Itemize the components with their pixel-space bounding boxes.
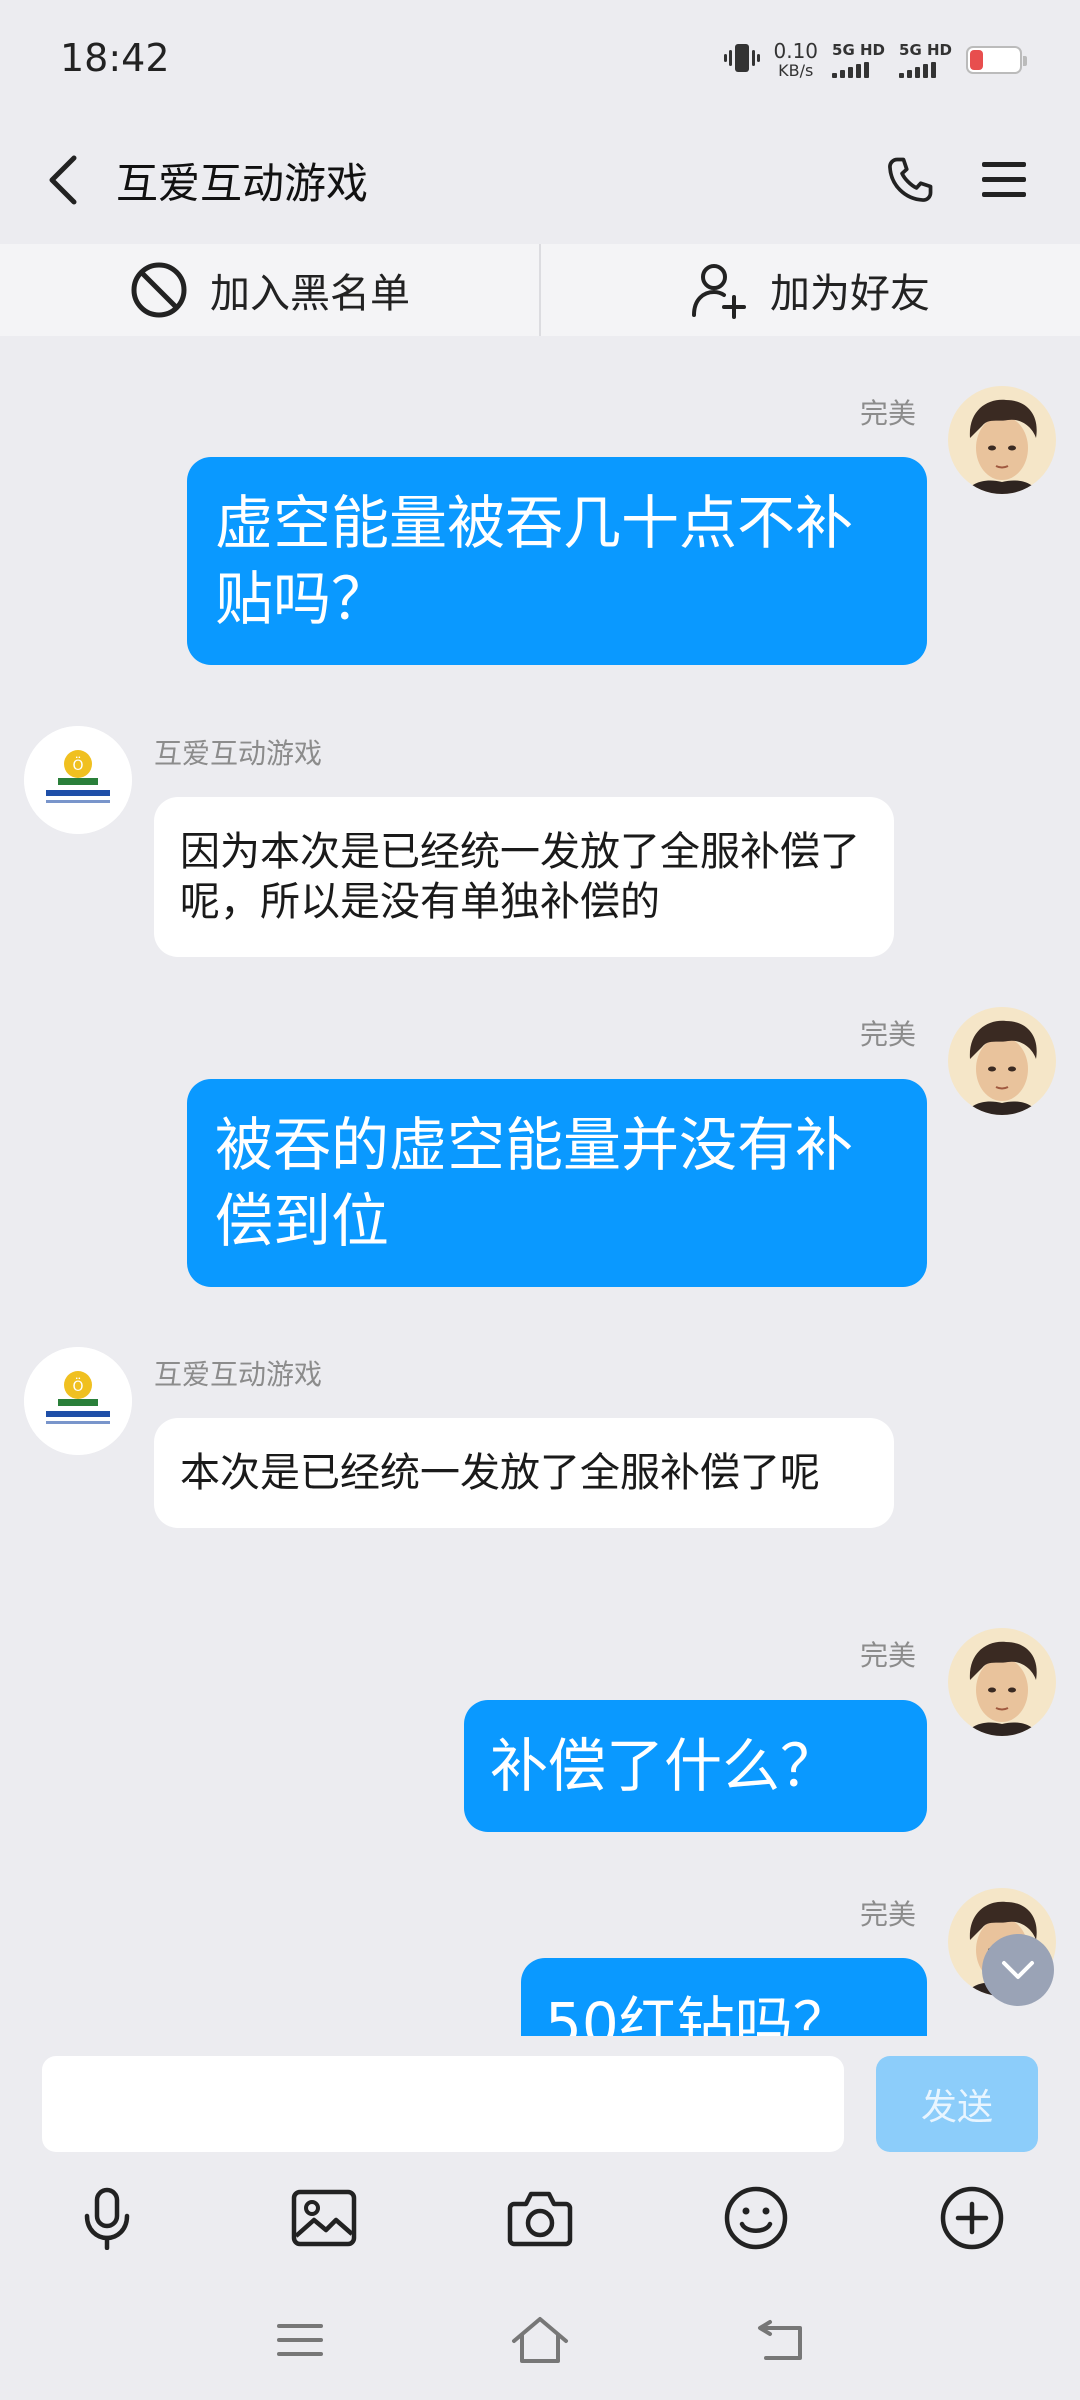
more-menu-button[interactable] <box>968 144 1040 216</box>
block-icon <box>131 262 187 318</box>
scroll-to-bottom-button[interactable] <box>982 1934 1054 2006</box>
message-input-area: 发送 <box>0 2036 1080 2160</box>
add-friend-label: 加为好友 <box>770 271 930 317</box>
plus-icon <box>940 2186 1004 2250</box>
camera-icon <box>507 2191 573 2247</box>
svg-text:Ö: Ö <box>72 756 83 774</box>
home-icon <box>512 2317 568 2363</box>
contact-avatar[interactable]: Ö <box>24 1347 132 1455</box>
back-icon <box>758 2320 802 2360</box>
menu-icon <box>277 2324 323 2356</box>
vibrate-icon <box>723 41 760 79</box>
phone-icon <box>888 157 933 202</box>
add-user-icon <box>692 264 746 319</box>
back-button[interactable] <box>28 144 100 216</box>
network-speed-value: 0.10 <box>773 39 819 63</box>
contact-action-bar: 加入黑名单 加为好友 <box>0 244 1080 336</box>
contact-avatar[interactable]: Ö <box>24 726 132 834</box>
svg-text:Ö: Ö <box>72 1377 83 1395</box>
input-toolbar <box>0 2160 1080 2280</box>
user-avatar[interactable] <box>948 1628 1056 1736</box>
add-friend-button[interactable]: 加为好友 <box>540 244 1080 336</box>
send-button[interactable]: 发送 <box>876 2056 1038 2152</box>
image-button[interactable] <box>282 2176 366 2260</box>
status-indicators: 0.10 KB/s 5G HD 5G HD 9 <box>723 36 1027 84</box>
more-options-button[interactable] <box>930 2176 1014 2260</box>
emoji-icon <box>724 2186 788 2250</box>
signal-1: 5G HD <box>832 40 886 78</box>
chat-header: 互爱互动游戏 <box>0 120 1080 240</box>
signal-bars-icon <box>832 61 870 78</box>
signal-bars-icon <box>899 61 937 78</box>
sender-name: 完美 <box>859 1018 916 1051</box>
home-button[interactable] <box>504 2304 576 2376</box>
voice-button[interactable] <box>65 2176 149 2260</box>
call-button[interactable] <box>874 144 946 216</box>
signal-1-label: 5G HD <box>832 40 886 59</box>
sender-name: 完美 <box>859 397 916 430</box>
sender-name: 互爱互动游戏 <box>154 1358 323 1391</box>
message-bubble-outgoing[interactable]: 被吞的虚空能量并没有补偿到位 <box>187 1079 927 1287</box>
status-bar: 18:42 0.10 KB/s 5G HD 5G HD 9 <box>0 0 1080 120</box>
add-to-blacklist-button[interactable]: 加入黑名单 <box>0 244 540 336</box>
signal-2: 5G HD <box>899 40 952 78</box>
hamburger-menu-icon <box>982 162 1026 197</box>
emoji-button[interactable] <box>714 2176 798 2260</box>
chat-screen: 18:42 0.10 KB/s 5G HD 5G HD 9 互爱互动游戏 加入黑… <box>0 0 1080 2400</box>
user-avatar[interactable] <box>948 1007 1056 1115</box>
microphone-icon <box>84 2187 130 2250</box>
company-logo-icon: Ö <box>24 726 132 834</box>
chevron-left-icon <box>49 155 77 205</box>
chat-title: 互爱互动游戏 <box>116 159 369 208</box>
message-bubble-incoming[interactable]: 因为本次是已经统一发放了全服补偿了呢，所以是没有单独补偿的 <box>154 797 894 957</box>
back-nav-button[interactable] <box>746 2304 818 2376</box>
network-speed-unit: KB/s <box>778 61 814 80</box>
action-divider <box>539 244 541 336</box>
message-bubble-outgoing[interactable]: 补偿了什么？ <box>464 1700 927 1832</box>
chevron-down-icon <box>1002 1961 1034 1979</box>
signal-2-label: 5G HD <box>899 40 952 59</box>
sender-name: 完美 <box>859 1898 916 1931</box>
recent-apps-button[interactable] <box>264 2304 336 2376</box>
company-logo-icon: Ö <box>24 1347 132 1455</box>
image-icon <box>291 2189 357 2247</box>
add-to-blacklist-label: 加入黑名单 <box>210 271 410 317</box>
status-time: 18:42 <box>60 36 170 80</box>
message-bubble-incoming[interactable]: 本次是已经统一发放了全服补偿了呢 <box>154 1418 894 1528</box>
network-speed: 0.10 KB/s <box>774 41 819 79</box>
sender-name: 完美 <box>859 1639 916 1672</box>
system-navigation-bar <box>0 2280 1080 2400</box>
message-bubble-outgoing[interactable]: 虚空能量被吞几十点不补贴吗？ <box>187 457 927 665</box>
message-input[interactable] <box>42 2056 844 2152</box>
camera-button[interactable] <box>498 2176 582 2260</box>
battery-icon: 9 <box>966 46 1027 74</box>
user-avatar[interactable] <box>948 386 1056 494</box>
battery-level: 9 <box>987 49 1001 71</box>
sender-name: 互爱互动游戏 <box>154 737 323 770</box>
